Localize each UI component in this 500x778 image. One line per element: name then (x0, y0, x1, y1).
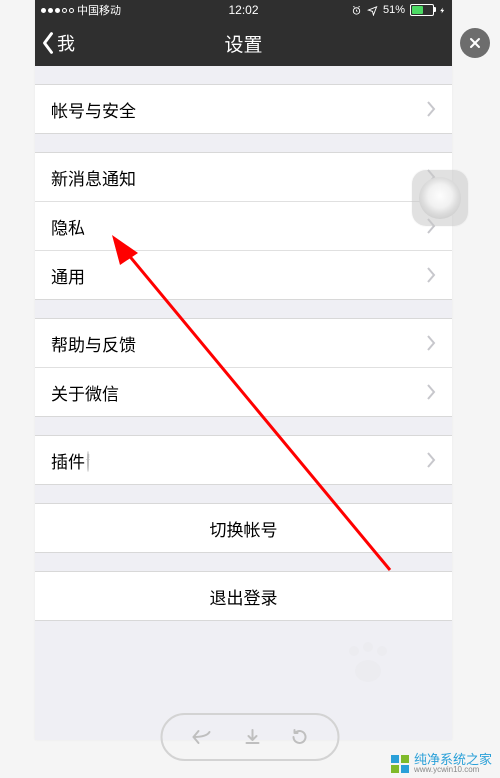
cell-label: 关于微信 (51, 380, 427, 405)
settings-list: 帐号与安全 新消息通知 隐私 通用 (35, 66, 452, 621)
charging-icon (439, 5, 446, 16)
status-right: 51% (351, 4, 446, 16)
refresh-icon (290, 728, 308, 746)
assistive-touch-button[interactable] (412, 170, 468, 226)
watermark-logo-icon (391, 755, 409, 773)
cell-privacy[interactable]: 隐私 (35, 201, 452, 250)
toolbar-download-button[interactable] (243, 728, 261, 746)
location-icon (367, 5, 378, 16)
list-group: 插件 (35, 435, 452, 485)
cell-label: 插件 (51, 448, 427, 473)
list-group: 帮助与反馈 关于微信 (35, 318, 452, 417)
logout-button[interactable]: 退出登录 (35, 571, 452, 620)
battery-pct: 51% (383, 4, 405, 16)
paw-watermark-icon (344, 641, 392, 685)
cell-label: 新消息通知 (51, 165, 427, 190)
watermark: 纯净系统之家 www.ycwin10.com (391, 753, 492, 774)
close-button[interactable] (460, 28, 490, 58)
list-group: 新消息通知 隐私 通用 (35, 152, 452, 300)
chevron-right-icon (427, 101, 436, 117)
download-icon (243, 728, 261, 746)
cell-label-text: 插件 (51, 453, 85, 472)
toolbar-back-button[interactable] (192, 729, 214, 745)
status-bar: 中国移动 12:02 51% (35, 0, 452, 20)
bottom-toolbar (161, 713, 340, 761)
switch-account-button[interactable]: 切换帐号 (35, 503, 452, 552)
chevron-right-icon (427, 335, 436, 351)
cell-label: 通用 (51, 263, 427, 288)
cell-label: 帐号与安全 (51, 97, 427, 122)
watermark-url: www.ycwin10.com (414, 766, 492, 774)
cell-help-feedback[interactable]: 帮助与反馈 (35, 318, 452, 367)
watermark-text: 纯净系统之家 www.ycwin10.com (414, 753, 492, 774)
nav-bar: 我 设置 (35, 20, 452, 66)
lightbulb-icon (87, 451, 89, 472)
cell-notifications[interactable]: 新消息通知 (35, 152, 452, 201)
list-group: 帐号与安全 (35, 84, 452, 134)
cell-general[interactable]: 通用 (35, 250, 452, 299)
battery-icon (410, 4, 434, 16)
cell-account-security[interactable]: 帐号与安全 (35, 84, 452, 133)
chevron-right-icon (427, 384, 436, 400)
page-title: 设置 (35, 30, 452, 57)
toolbar-refresh-button[interactable] (290, 728, 308, 746)
cell-label: 帮助与反馈 (51, 331, 427, 356)
cell-label: 隐私 (51, 214, 427, 239)
list-group: 切换帐号 (35, 503, 452, 553)
chevron-right-icon (427, 452, 436, 468)
close-icon (468, 36, 482, 50)
alarm-icon (351, 5, 362, 16)
arrow-left-icon (192, 729, 214, 745)
cell-label: 切换帐号 (210, 516, 278, 541)
assistive-touch-icon (419, 177, 461, 219)
phone-frame: 中国移动 12:02 51% 我 设置 帐号与安全 (35, 0, 452, 740)
cell-plugins[interactable]: 插件 (35, 435, 452, 484)
chevron-right-icon (427, 267, 436, 283)
cell-about[interactable]: 关于微信 (35, 367, 452, 416)
list-group: 退出登录 (35, 571, 452, 621)
cell-label: 退出登录 (210, 584, 278, 609)
